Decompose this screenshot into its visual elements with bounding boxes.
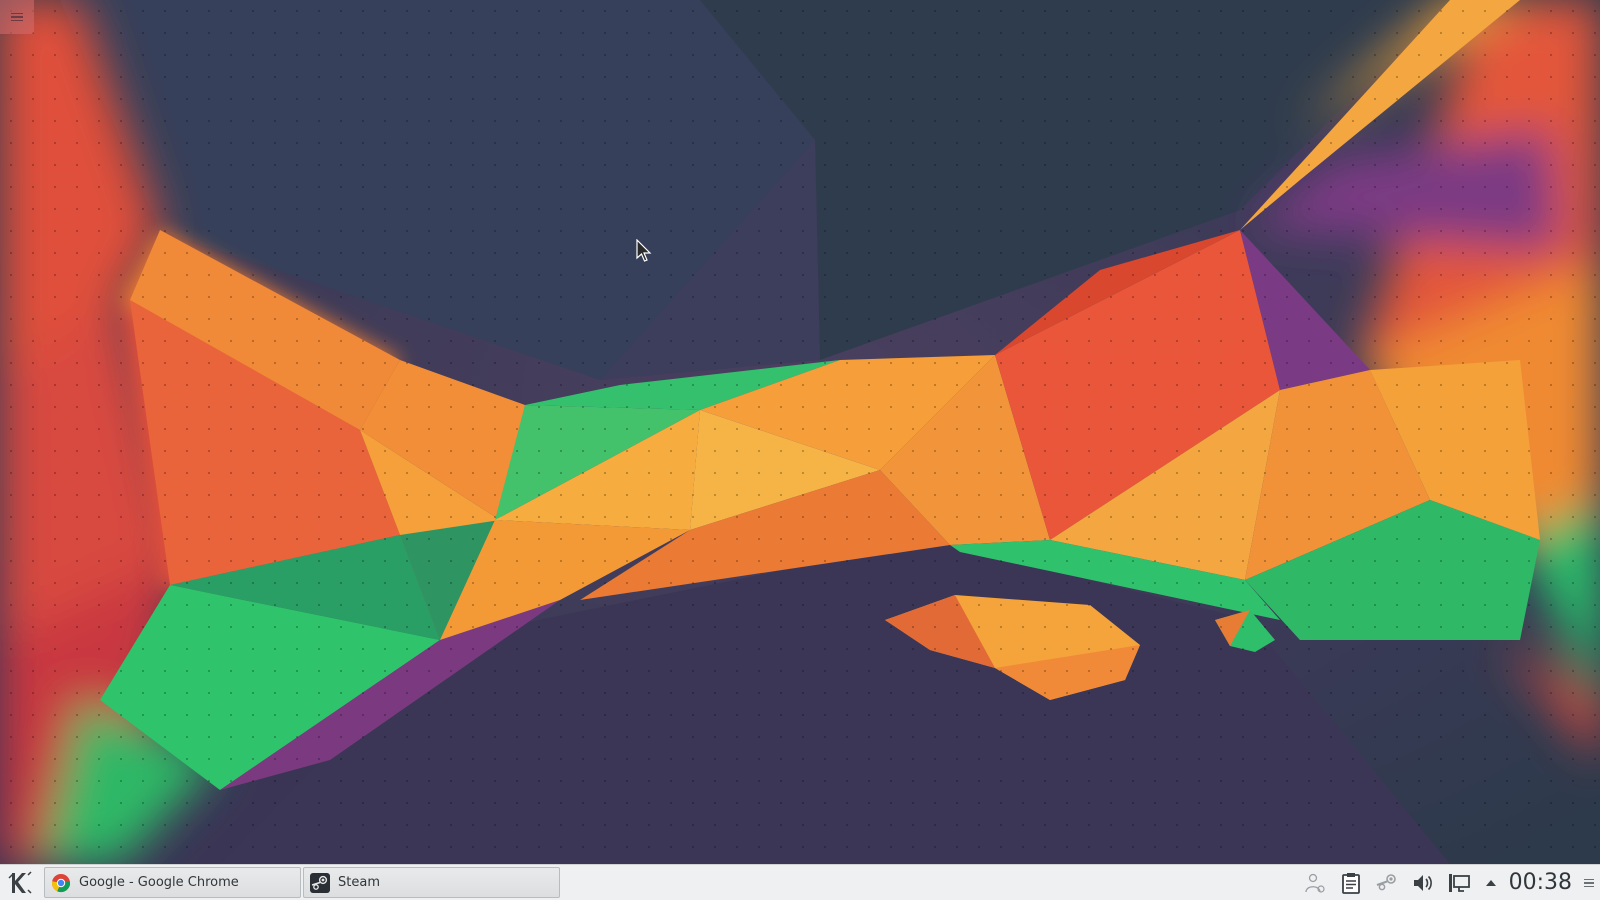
steam-icon <box>310 872 330 893</box>
tray-steam[interactable] <box>1369 865 1405 900</box>
network-icon <box>1448 873 1470 892</box>
chrome-icon <box>52 873 70 892</box>
mouse-cursor-icon <box>636 239 652 262</box>
taskbar-panel: Google - Google Chrome Steam 00:38 <box>0 864 1600 900</box>
expand-tray-arrow-icon <box>1485 879 1496 886</box>
tray-user-switch[interactable] <box>1297 865 1333 900</box>
kde-logo-icon <box>8 870 32 894</box>
clipboard-icon <box>1341 872 1360 894</box>
system-tray: 00:38 <box>1297 865 1600 900</box>
volume-icon <box>1413 874 1432 891</box>
desktop-wallpaper <box>0 0 1600 864</box>
desktop-toolbox-button[interactable] <box>0 0 34 34</box>
steam-tray-icon <box>1376 873 1396 890</box>
desktop[interactable] <box>0 0 1600 864</box>
task-title: Steam <box>338 875 380 890</box>
user-switch-icon <box>1304 873 1325 893</box>
task-google-chrome[interactable]: Google - Google Chrome <box>44 867 301 898</box>
panel-menu-icon <box>1584 878 1594 888</box>
tray-network[interactable] <box>1441 865 1477 900</box>
digital-clock[interactable]: 00:38 <box>1505 865 1578 900</box>
tray-volume[interactable] <box>1405 865 1441 900</box>
tray-clipboard[interactable] <box>1333 865 1369 900</box>
application-launcher-button[interactable] <box>0 866 40 900</box>
task-title: Google - Google Chrome <box>79 875 239 890</box>
tray-expand[interactable] <box>1477 865 1505 900</box>
task-steam[interactable]: Steam <box>303 867 560 898</box>
panel-options-button[interactable] <box>1578 865 1600 900</box>
hamburger-icon <box>11 12 23 22</box>
